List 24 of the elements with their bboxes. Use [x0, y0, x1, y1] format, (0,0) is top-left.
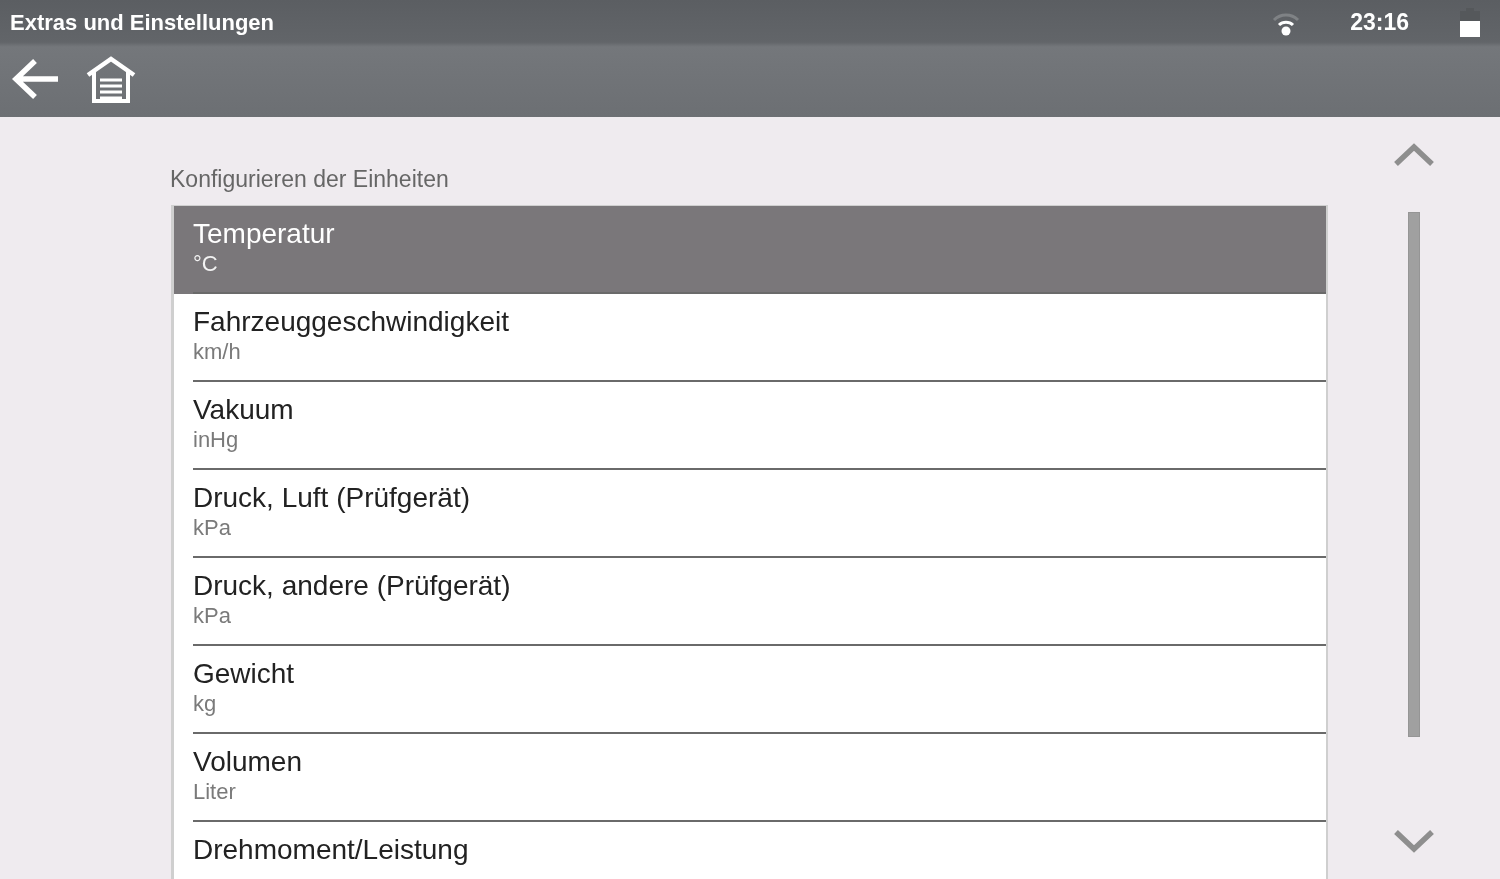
unit-name: Fahrzeuggeschwindigkeit	[193, 305, 510, 338]
unit-name: Volumen	[193, 745, 303, 778]
scroll-up-icon[interactable]	[1393, 143, 1435, 167]
unit-value: kg	[193, 690, 217, 717]
unit-value: km/h	[193, 338, 241, 365]
unit-value: kPa	[193, 514, 231, 541]
unit-name: Gewicht	[193, 657, 296, 690]
clock-time: 23:16	[1350, 8, 1409, 38]
unit-name: Vakuum	[193, 393, 295, 426]
battery-icon	[1460, 8, 1480, 37]
unit-value: kPa	[193, 602, 231, 629]
unit-name: Druck, andere (Prüfgerät)	[193, 569, 512, 602]
unit-name: Druck, Luft (Prüfgerät)	[193, 481, 471, 514]
scroll-down-icon[interactable]	[1393, 829, 1435, 853]
screen-title: Extras und Einstellungen	[10, 9, 275, 37]
section-label: Konfigurieren der Einheiten	[170, 165, 449, 193]
unit-value: inHg	[193, 426, 239, 453]
home-icon[interactable]	[86, 55, 136, 103]
unit-name: Temperatur	[193, 217, 336, 250]
unit-list-item[interactable]: Temperatur °C	[174, 206, 1326, 294]
scrollbar-thumb[interactable]	[1408, 212, 1420, 737]
unit-value: °C	[193, 250, 218, 277]
unit-value: Liter	[193, 778, 236, 805]
unit-name: Drehmoment/Leistung	[193, 833, 470, 866]
